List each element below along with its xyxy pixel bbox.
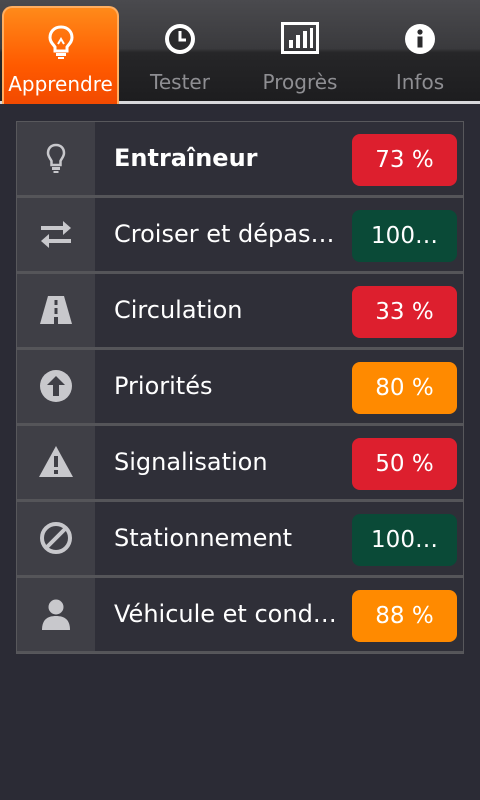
category-label: Priorités [114,372,213,400]
warning-icon [39,446,73,477]
road-icon [40,296,72,324]
category-label: Signalisation [114,448,268,476]
category-list: Entraîneur 73 % Croiser et dépas… 100… C… [16,121,464,654]
category-row-signalisation[interactable]: Signalisation 50 % [17,426,463,499]
category-label: Entraîneur [114,144,258,172]
tab-apprendre[interactable]: Apprendre [2,6,119,104]
category-row-entraineur[interactable]: Entraîneur 73 % [17,122,463,195]
category-label: Circulation [114,296,243,324]
tab-label: Tester [150,70,210,94]
row-icon-cell [17,578,95,651]
swap-arrows-icon [41,221,71,248]
category-row-croiser[interactable]: Croiser et dépas… 100… [17,198,463,271]
score-badge: 73 % [352,134,457,186]
person-icon [42,599,70,630]
row-icon-cell [17,122,95,195]
clock-icon [120,22,240,62]
category-row-vehicule[interactable]: Véhicule et cond… 88 % [17,578,463,651]
row-icon-cell [17,502,95,575]
score-badge: 80 % [352,362,457,414]
row-icon-cell [17,350,95,423]
row-icon-cell [17,274,95,347]
tab-infos[interactable]: Infos [360,0,480,101]
no-entry-icon [40,522,72,554]
tab-tester[interactable]: Tester [120,0,240,101]
category-label: Véhicule et cond… [114,600,337,628]
score-badge: 100… [352,210,457,262]
info-icon [360,22,480,62]
tab-bar: Apprendre Tester Progrès Infos [0,0,480,104]
tab-label: Infos [395,70,445,94]
row-icon-cell [17,198,95,271]
up-arrow-circle-icon [40,370,72,402]
category-label: Stationnement [114,524,293,552]
category-row-circulation[interactable]: Circulation 33 % [17,274,463,347]
score-badge: 100… [352,514,457,566]
bulb-icon [46,143,66,173]
score-badge: 88 % [352,590,457,642]
tab-progres[interactable]: Progrès [240,0,360,101]
score-badge: 50 % [352,438,457,490]
category-label: Croiser et dépas… [114,220,335,248]
tab-label: Progrès [262,70,338,94]
bulb-icon [4,24,117,64]
score-badge: 33 % [352,286,457,338]
bar-chart-icon [240,22,360,62]
category-row-stationnement[interactable]: Stationnement 100… [17,502,463,575]
tab-label: Apprendre [8,72,113,96]
category-row-priorites[interactable]: Priorités 80 % [17,350,463,423]
row-icon-cell [17,426,95,499]
